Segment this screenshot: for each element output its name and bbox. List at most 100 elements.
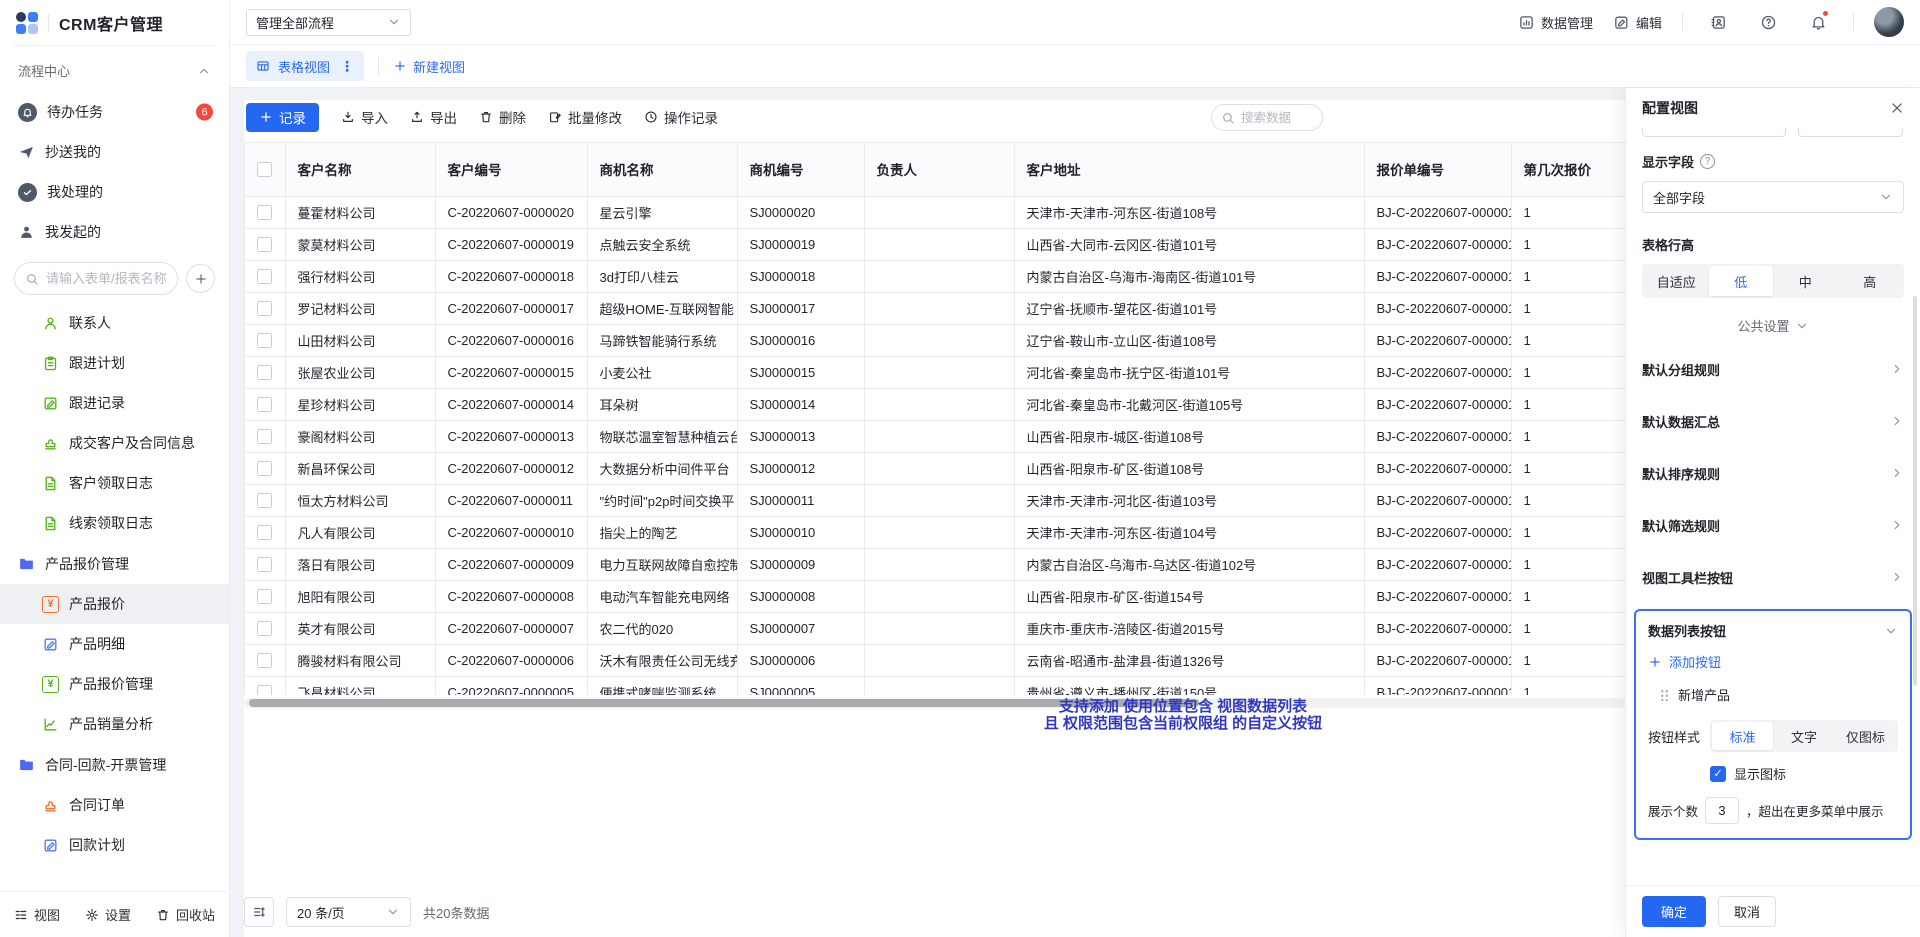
checked-checkbox-icon[interactable]: ✓ <box>1710 766 1726 782</box>
table-row[interactable]: 蒙莫材料公司C-20220607-0000019点触云安全系统SJ0000019… <box>245 228 1625 260</box>
segment-option[interactable]: 自适应 <box>1644 266 1709 296</box>
data-list-buttons-header[interactable]: 数据列表按钮 <box>1648 621 1898 640</box>
table-row[interactable]: 恒太方材料公司C-20220607-0000011"约时间"p2p时间交换平SJ… <box>245 484 1625 516</box>
row-checkbox[interactable] <box>257 237 272 252</box>
cancel-button[interactable]: 取消 <box>1718 896 1776 927</box>
sidebar-item-todo-tasks[interactable]: 待办任务 6 <box>0 92 229 132</box>
table-row[interactable]: 英才有限公司C-20220607-0000007农二代的020SJ0000007… <box>245 612 1625 644</box>
sidebar-group-product-quote-mgmt[interactable]: 产品报价管理 <box>0 543 229 584</box>
public-settings-toggle[interactable]: 公共设置 <box>1642 316 1904 335</box>
table-row[interactable]: 腾骏材料有限公司C-20220607-0000006沃木有限责任公司无线充SJ0… <box>245 644 1625 676</box>
recycle-bin-button[interactable]: 回收站 <box>156 905 215 924</box>
row-checkbox[interactable] <box>257 621 272 636</box>
row-checkbox[interactable] <box>257 685 272 696</box>
column-header[interactable]: 客户地址 <box>1014 143 1364 196</box>
table-row[interactable]: 山田材料公司C-20220607-0000016马蹄铁智能骑行系统SJ00000… <box>245 324 1625 356</box>
column-header[interactable]: 报价单编号 <box>1364 143 1511 196</box>
address-book-button[interactable] <box>1703 7 1733 37</box>
row-checkbox[interactable] <box>257 653 272 668</box>
sidebar-item-handled-by-me[interactable]: 我处理的 <box>0 172 229 212</box>
panel-section-默认筛选规则[interactable]: 默认筛选规则 <box>1642 499 1904 551</box>
sidebar-item-follow-record[interactable]: 跟进记录 <box>0 383 229 423</box>
table-search-field[interactable] <box>1241 111 1313 125</box>
panel-section-默认数据汇总[interactable]: 默认数据汇总 <box>1642 395 1904 447</box>
segment-option[interactable]: 文字 <box>1773 722 1834 750</box>
table-row[interactable]: 罗记材料公司C-20220607-0000017超级HOME-互联网智能SJ00… <box>245 292 1625 324</box>
segment-option[interactable]: 中 <box>1773 266 1838 296</box>
display-count-input[interactable] <box>1705 797 1739 824</box>
flow-scope-select[interactable]: 管理全部流程 <box>246 9 411 36</box>
table-row[interactable]: 凡人有限公司C-20220607-0000010指尖上的陶艺SJ0000010天… <box>245 516 1625 548</box>
sidebar-item-follow-plan[interactable]: 跟进计划 <box>0 343 229 383</box>
operation-log-button[interactable]: 操作记录 <box>644 107 718 127</box>
row-checkbox[interactable] <box>257 333 272 348</box>
table-search-input[interactable] <box>1211 104 1323 131</box>
sidebar-item-product-quote[interactable]: ¥ 产品报价 <box>0 584 229 624</box>
segment-option[interactable]: 低 <box>1709 266 1774 296</box>
settings-button[interactable]: 设置 <box>85 905 131 924</box>
row-checkbox[interactable] <box>257 589 272 604</box>
row-checkbox[interactable] <box>257 493 272 508</box>
data-manage-button[interactable]: 数据管理 <box>1518 13 1593 32</box>
column-header[interactable]: 商机名称 <box>587 143 737 196</box>
drag-handle-icon[interactable] <box>1660 689 1669 701</box>
help-button[interactable] <box>1753 7 1783 37</box>
sidebar-item-cc-to-me[interactable]: 抄送我的 <box>0 132 229 172</box>
sidebar-item-product-sales-analysis[interactable]: 产品销量分析 <box>0 704 229 744</box>
sidebar-item-customer-claim-log[interactable]: 客户领取日志 <box>0 463 229 503</box>
show-icon-checkbox-row[interactable]: ✓ 显示图标 <box>1710 764 1898 783</box>
column-header[interactable]: 负责人 <box>864 143 1014 196</box>
row-checkbox[interactable] <box>257 429 272 444</box>
row-checkbox[interactable] <box>257 269 272 284</box>
column-header[interactable]: 商机编号 <box>737 143 864 196</box>
batch-edit-button[interactable]: 批量修改 <box>548 107 622 127</box>
confirm-button[interactable]: 确定 <box>1642 896 1706 927</box>
new-view-button[interactable]: 新建视图 <box>393 57 465 76</box>
row-checkbox[interactable] <box>257 301 272 316</box>
sidebar-item-product-detail[interactable]: 产品明细 <box>0 624 229 664</box>
add-button-link[interactable]: 添加按钮 <box>1648 652 1898 671</box>
avatar[interactable] <box>1874 7 1904 37</box>
column-header[interactable]: 客户编号 <box>435 143 587 196</box>
table-row[interactable]: 张屋农业公司C-20220607-0000015小麦公社SJ0000015河北省… <box>245 356 1625 388</box>
table-row[interactable]: 强行材料公司C-20220607-00000183d打印八桂云SJ0000018… <box>245 260 1625 292</box>
question-circle-icon[interactable]: ? <box>1700 154 1715 169</box>
custom-button-item[interactable]: 新增产品 <box>1648 685 1898 704</box>
table-row[interactable]: 旭阳有限公司C-20220607-0000008电动汽车智能充电网络SJ0000… <box>245 580 1625 612</box>
row-height-toggle-button[interactable] <box>244 897 274 927</box>
sidebar-item-contacts[interactable]: 联系人 <box>0 303 229 343</box>
panel-section-默认排序规则[interactable]: 默认排序规则 <box>1642 447 1904 499</box>
sidebar-item-contract-order[interactable]: 合同订单 <box>0 785 229 825</box>
panel-section-视图工具栏按钮[interactable]: 视图工具栏按钮 <box>1642 551 1904 603</box>
view-menu-kebab-icon[interactable]: ⋮ <box>338 58 354 75</box>
new-record-button[interactable]: 记录 <box>246 103 319 132</box>
delete-button[interactable]: 删除 <box>479 107 526 127</box>
sidebar-search-field[interactable] <box>46 271 167 286</box>
table-row[interactable]: 蔓霍材料公司C-20220607-0000020星云引擎SJ0000020天津市… <box>245 196 1625 228</box>
table-row[interactable]: 飞昌材料公司C-20220607-0000005便携式哮喘监测系统SJ00000… <box>245 676 1625 695</box>
segment-option[interactable]: 高 <box>1838 266 1903 296</box>
row-checkbox[interactable] <box>257 205 272 220</box>
table-row[interactable]: 豪阁材料公司C-20220607-0000013物联芯温室智慧种植云台SJ000… <box>245 420 1625 452</box>
export-button[interactable]: 导出 <box>410 107 457 127</box>
row-checkbox[interactable] <box>257 525 272 540</box>
views-button[interactable]: 视图 <box>14 905 60 924</box>
sidebar-group-contract-mgmt[interactable]: 合同-回款-开票管理 <box>0 744 229 785</box>
sidebar-section-process[interactable]: 流程中心 <box>0 46 229 92</box>
display-fields-select[interactable]: 全部字段 <box>1642 181 1904 213</box>
sidebar-item-product-quote-mgmt[interactable]: ¥ 产品报价管理 <box>0 664 229 704</box>
import-button[interactable]: 导入 <box>341 107 388 127</box>
sidebar-item-started-by-me[interactable]: 我发起的 <box>0 212 229 252</box>
table-row[interactable]: 落日有限公司C-20220607-0000009电力互联网故障自愈控制SJ000… <box>245 548 1625 580</box>
row-checkbox[interactable] <box>257 557 272 572</box>
close-icon[interactable] <box>1890 101 1904 115</box>
panel-scrollbar[interactable] <box>1913 296 1917 686</box>
sidebar-item-lead-claim-log[interactable]: 线索领取日志 <box>0 503 229 543</box>
table-row[interactable]: 新昌环保公司C-20220607-0000012大数据分析中间件平台SJ0000… <box>245 452 1625 484</box>
page-size-select[interactable]: 20 条/页 <box>286 897 411 927</box>
select-all-checkbox[interactable] <box>257 162 272 177</box>
row-checkbox[interactable] <box>257 365 272 380</box>
tab-table-view[interactable]: 表格视图 ⋮ <box>246 51 364 81</box>
edit-button[interactable]: 编辑 <box>1613 13 1662 32</box>
sidebar-item-deal-customer[interactable]: 成交客户及合同信息 <box>0 423 229 463</box>
